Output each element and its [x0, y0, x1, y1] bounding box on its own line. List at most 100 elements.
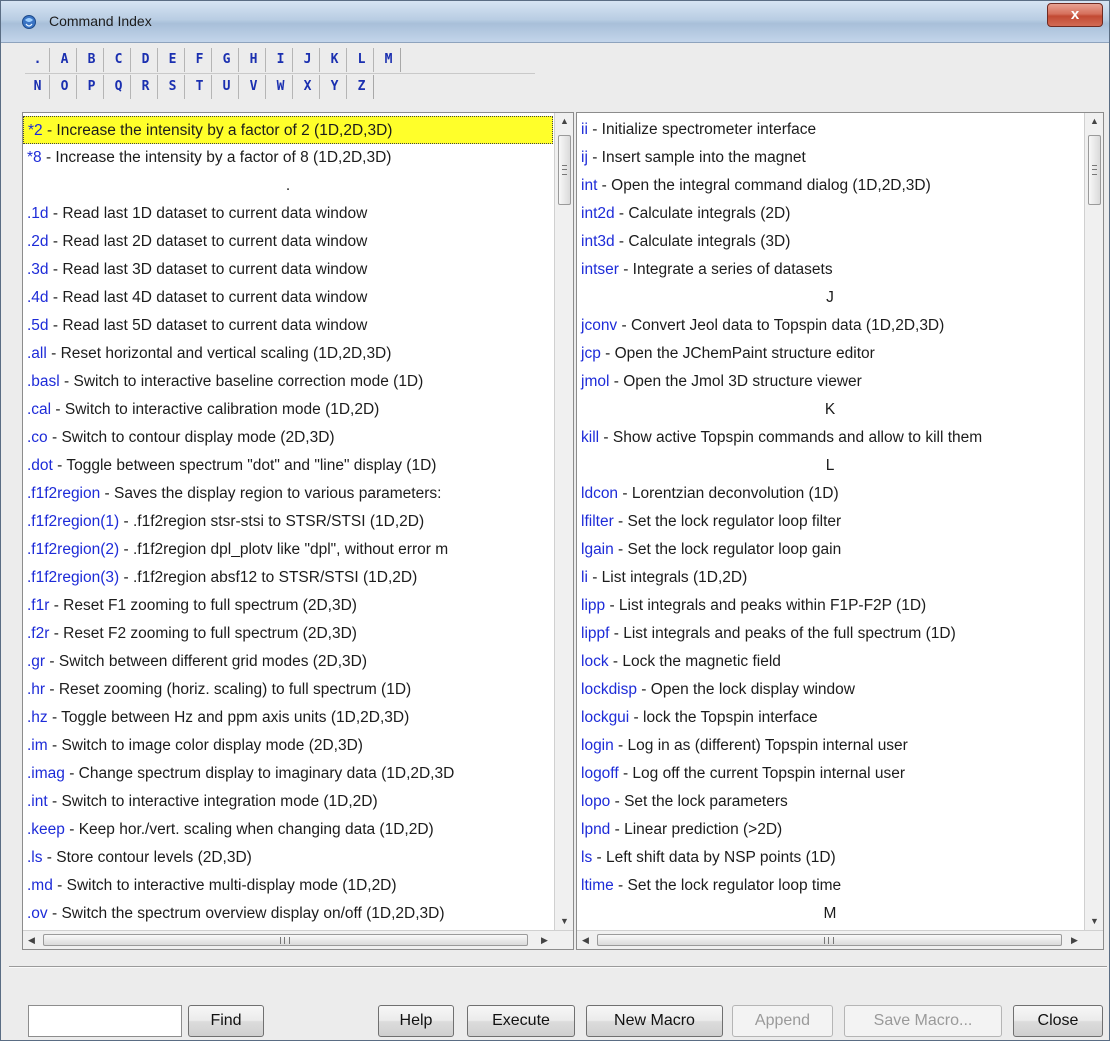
letter-index-button[interactable]: M [377, 48, 401, 72]
list-item[interactable]: int2d - Calculate integrals (2D) [577, 200, 1083, 228]
window-close-button[interactable]: x [1047, 3, 1103, 27]
letter-index-button[interactable]: . [26, 48, 50, 72]
left-vertical-scrollbar[interactable]: ▲ ▼ [554, 113, 573, 930]
letter-index-button[interactable]: A [53, 48, 77, 72]
list-item[interactable]: .hr - Reset zooming (horiz. scaling) to … [23, 676, 553, 704]
list-item[interactable]: login - Log in as (different) Topspin in… [577, 732, 1083, 760]
command-list-right[interactable]: ii - Initialize spectrometer interface ij… [576, 112, 1104, 950]
help-button[interactable]: Help [378, 1005, 454, 1037]
letter-index-button[interactable]: T [188, 75, 212, 99]
letter-index-button[interactable]: D [134, 48, 158, 72]
list-item[interactable]: .f1f2region(2) - .f1f2region dpl_plotv l… [23, 536, 553, 564]
scroll-thumb[interactable] [1088, 135, 1101, 205]
list-item[interactable]: jconv - Convert Jeol data to Topspin dat… [577, 312, 1083, 340]
scroll-thumb[interactable] [597, 934, 1062, 946]
list-item[interactable]: ls - Left shift data by NSP points (1D) [577, 844, 1083, 872]
list-item[interactable]: .int - Switch to interactive integration… [23, 788, 553, 816]
list-item[interactable]: int3d - Calculate integrals (3D) [577, 228, 1083, 256]
letter-index-button[interactable]: B [80, 48, 104, 72]
letter-index-button[interactable]: Q [107, 75, 131, 99]
scroll-up-arrow-icon[interactable]: ▲ [1085, 113, 1104, 130]
letter-index-button[interactable]: C [107, 48, 131, 72]
list-item[interactable]: .im - Switch to image color display mode… [23, 732, 553, 760]
list-item[interactable]: ltime - Set the lock regulator loop time [577, 872, 1083, 900]
list-item[interactable]: lfilter - Set the lock regulator loop fi… [577, 508, 1083, 536]
letter-index-button[interactable]: E [161, 48, 185, 72]
letter-index-button[interactable]: Z [350, 75, 374, 99]
scroll-thumb[interactable] [558, 135, 571, 205]
list-item[interactable]: lock - Lock the magnetic field [577, 648, 1083, 676]
right-vertical-scrollbar[interactable]: ▲ ▼ [1084, 113, 1103, 930]
scroll-right-arrow-icon[interactable]: ▶ [1066, 931, 1083, 949]
list-item[interactable]: lockgui - lock the Topspin interface [577, 704, 1083, 732]
list-item[interactable]: ij - Insert sample into the magnet [577, 144, 1083, 172]
list-item[interactable]: *8 - Increase the intensity by a factor … [23, 144, 553, 172]
list-item[interactable]: *2 - Increase the intensity by a factor … [23, 116, 553, 144]
close-button[interactable]: Close [1013, 1005, 1103, 1037]
list-item[interactable]: .ov - Switch the spectrum overview displ… [23, 900, 553, 928]
letter-index-button[interactable]: S [161, 75, 185, 99]
list-item[interactable]: .all - Reset horizontal and vertical sca… [23, 340, 553, 368]
letter-index-button[interactable]: V [242, 75, 266, 99]
list-item[interactable]: ldcon - Lorentzian deconvolution (1D) [577, 480, 1083, 508]
list-item[interactable]: .5d - Read last 5D dataset to current da… [23, 312, 553, 340]
scroll-up-arrow-icon[interactable]: ▲ [555, 113, 574, 130]
list-item[interactable]: jmol - Open the Jmol 3D structure viewer [577, 368, 1083, 396]
letter-index-button[interactable]: X [296, 75, 320, 99]
list-item[interactable]: ii - Initialize spectrometer interface [577, 116, 1083, 144]
list-item[interactable]: .co - Switch to contour display mode (2D… [23, 424, 553, 452]
list-item[interactable]: .gr - Switch between different grid mode… [23, 648, 553, 676]
letter-index-button[interactable]: I [269, 48, 293, 72]
command-list-left[interactable]: *2 - Increase the intensity by a factor … [22, 112, 574, 950]
list-item[interactable]: .1d - Read last 1D dataset to current da… [23, 200, 553, 228]
list-item[interactable]: lockdisp - Open the lock display window [577, 676, 1083, 704]
letter-index-button[interactable]: J [296, 48, 320, 72]
list-item[interactable]: .hz - Toggle between Hz and ppm axis uni… [23, 704, 553, 732]
append-button[interactable]: Append [732, 1005, 833, 1037]
right-horizontal-scrollbar[interactable]: ◀ ▶ [577, 930, 1103, 949]
scroll-thumb[interactable] [43, 934, 528, 946]
scroll-left-arrow-icon[interactable]: ◀ [577, 931, 594, 949]
letter-index-button[interactable]: H [242, 48, 266, 72]
list-item[interactable]: .f2r - Reset F2 zooming to full spectrum… [23, 620, 553, 648]
list-item[interactable]: li - List integrals (1D,2D) [577, 564, 1083, 592]
list-item[interactable]: .f1r - Reset F1 zooming to full spectrum… [23, 592, 553, 620]
list-item[interactable]: lgain - Set the lock regulator loop gain [577, 536, 1083, 564]
find-button[interactable]: Find [188, 1005, 264, 1037]
letter-index-button[interactable]: N [26, 75, 50, 99]
letter-index-button[interactable]: P [80, 75, 104, 99]
list-item[interactable]: .f1f2region(1) - .f1f2region stsr-stsi t… [23, 508, 553, 536]
execute-button[interactable]: Execute [467, 1005, 575, 1037]
list-item[interactable]: lippf - List integrals and peaks of the … [577, 620, 1083, 648]
list-item[interactable]: .md - Switch to interactive multi-displa… [23, 872, 553, 900]
list-item[interactable]: .4d - Read last 4D dataset to current da… [23, 284, 553, 312]
save-macro-button[interactable]: Save Macro... [844, 1005, 1002, 1037]
list-item[interactable]: .dot - Toggle between spectrum "dot" and… [23, 452, 553, 480]
list-item[interactable]: lopo - Set the lock parameters [577, 788, 1083, 816]
list-item[interactable]: lipp - List integrals and peaks within F… [577, 592, 1083, 620]
letter-index-button[interactable]: R [134, 75, 158, 99]
letter-index-button[interactable]: G [215, 48, 239, 72]
list-item[interactable]: .f1f2region - Saves the display region t… [23, 480, 553, 508]
letter-index-button[interactable]: K [323, 48, 347, 72]
list-item[interactable]: int - Open the integral command dialog (… [577, 172, 1083, 200]
scroll-left-arrow-icon[interactable]: ◀ [23, 931, 40, 949]
list-item[interactable]: lpnd - Linear prediction (>2D) [577, 816, 1083, 844]
list-item[interactable]: .ls - Store contour levels (2D,3D) [23, 844, 553, 872]
letter-index-button[interactable]: O [53, 75, 77, 99]
list-item[interactable]: .2d - Read last 2D dataset to current da… [23, 228, 553, 256]
letter-index-button[interactable]: Y [323, 75, 347, 99]
letter-index-button[interactable]: F [188, 48, 212, 72]
left-horizontal-scrollbar[interactable]: ◀ ▶ [23, 930, 573, 949]
letter-index-button[interactable]: U [215, 75, 239, 99]
new-macro-button[interactable]: New Macro [586, 1005, 723, 1037]
list-item[interactable]: .cal - Switch to interactive calibration… [23, 396, 553, 424]
list-item[interactable]: .imag - Change spectrum display to imagi… [23, 760, 553, 788]
find-input[interactable] [28, 1005, 182, 1037]
scroll-down-arrow-icon[interactable]: ▼ [555, 913, 574, 930]
list-item[interactable]: kill - Show active Topspin commands and … [577, 424, 1083, 452]
letter-index-button[interactable]: W [269, 75, 293, 99]
scroll-right-arrow-icon[interactable]: ▶ [536, 931, 553, 949]
list-item[interactable]: logoff - Log off the current Topspin int… [577, 760, 1083, 788]
list-item[interactable]: .3d - Read last 3D dataset to current da… [23, 256, 553, 284]
